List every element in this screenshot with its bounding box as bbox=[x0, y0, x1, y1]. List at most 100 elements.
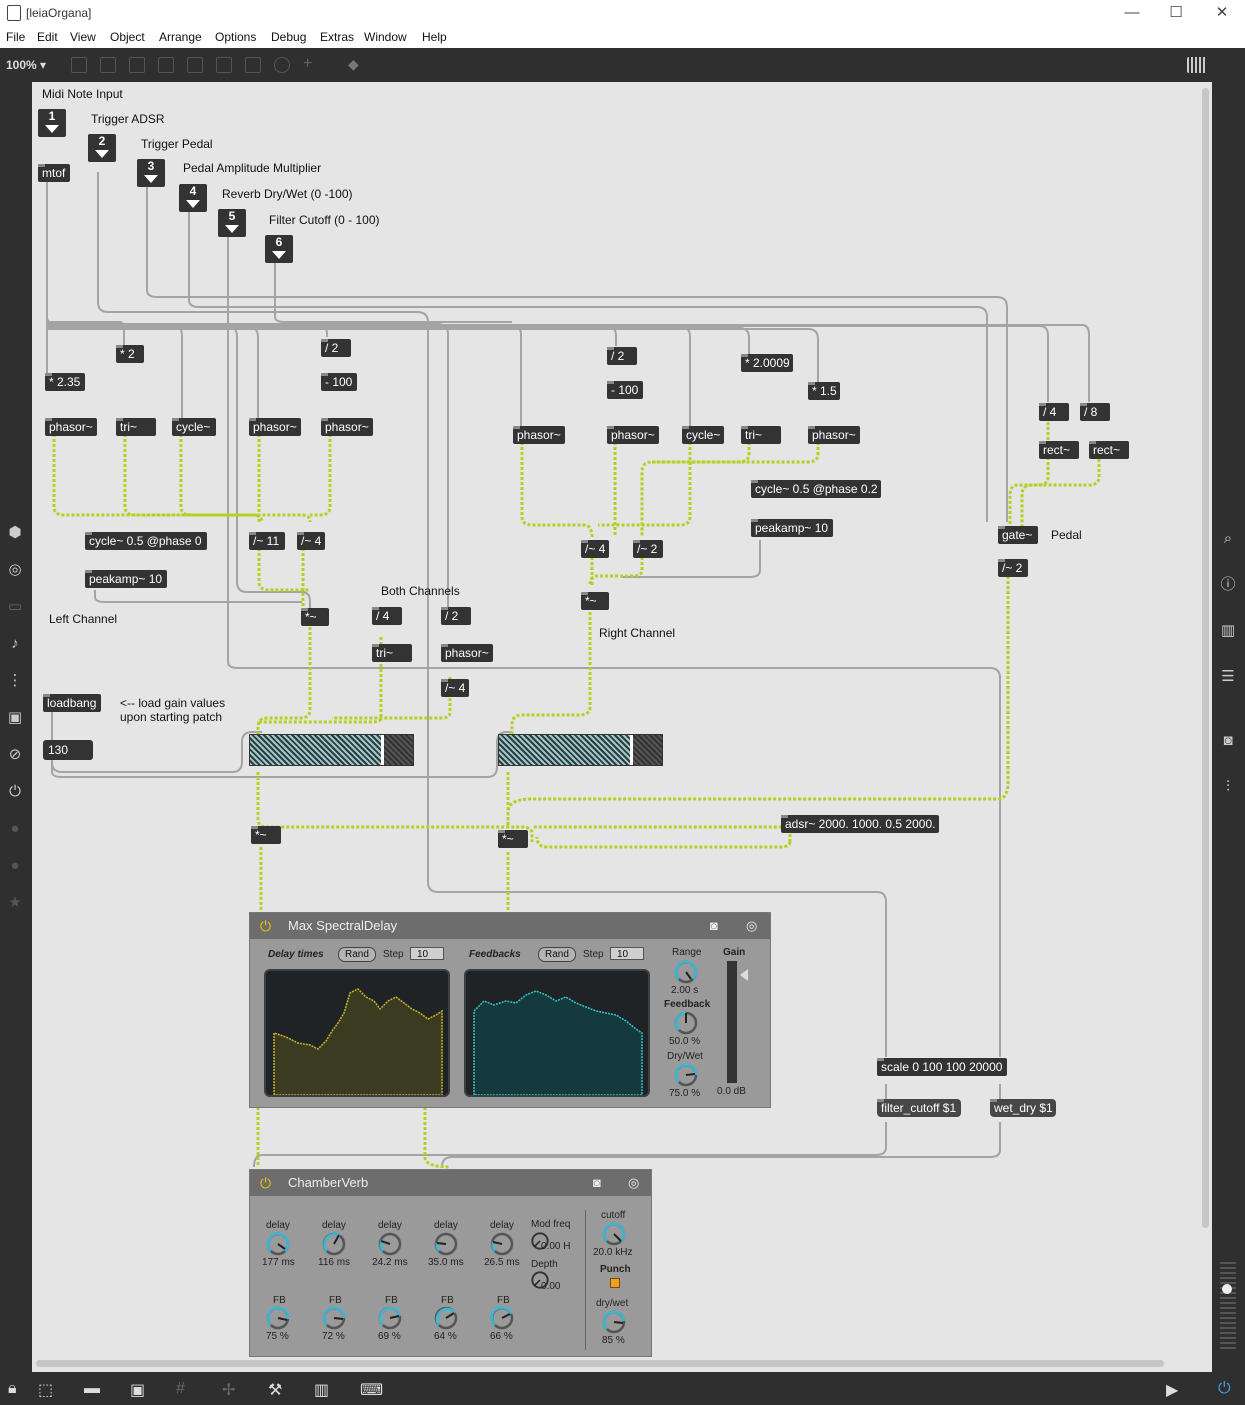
message-wet-dry[interactable]: wet_dry $1 bbox=[990, 1099, 1056, 1117]
vertical-scroll-thumb[interactable] bbox=[1202, 88, 1209, 1228]
drywet-dial[interactable] bbox=[673, 1062, 699, 1088]
info-icon[interactable]: ⓘ bbox=[1219, 576, 1237, 594]
fb-2-dial[interactable] bbox=[321, 1305, 347, 1331]
gain-slider-left[interactable] bbox=[249, 734, 414, 766]
audio-power-icon[interactable]: ⏻ bbox=[1218, 1380, 1231, 1398]
object-phasor[interactable]: phasor~ bbox=[441, 644, 493, 662]
fb-5-dial[interactable] bbox=[489, 1305, 515, 1331]
star-icon[interactable]: ★ bbox=[6, 894, 24, 912]
feedback-step-box[interactable]: 10 bbox=[610, 947, 644, 960]
feedbacks-spectrum[interactable] bbox=[464, 969, 650, 1097]
add-icon[interactable]: + bbox=[303, 56, 319, 73]
object-peakamp[interactable]: peakamp~ 10 bbox=[751, 519, 833, 537]
presentation-icon[interactable]: ⬚ bbox=[38, 1380, 53, 1400]
object-peakamp[interactable]: peakamp~ 10 bbox=[85, 570, 167, 588]
beap-icon[interactable]: ● bbox=[6, 857, 24, 875]
object-cycle-lfo[interactable]: cycle~ 0.5 @phase 0.2 bbox=[751, 480, 881, 498]
punch-toggle[interactable] bbox=[610, 1278, 620, 1288]
inlet-6[interactable]: 6 bbox=[265, 235, 293, 263]
zoom-level[interactable]: 100% ▾ bbox=[6, 58, 46, 72]
image-icon[interactable]: ▣ bbox=[6, 709, 24, 727]
object-phasor[interactable]: phasor~ bbox=[249, 418, 301, 436]
delay-times-spectrum[interactable] bbox=[264, 969, 450, 1097]
menu-edit[interactable]: Edit bbox=[37, 30, 58, 44]
mixer-icon[interactable]: ⫶ bbox=[1219, 778, 1237, 796]
volume-slider-handle[interactable] bbox=[1222, 1284, 1232, 1294]
new-dial-icon[interactable] bbox=[274, 57, 290, 73]
object-multiply-2[interactable]: * 2 bbox=[116, 345, 144, 363]
object-signal-divide-4[interactable]: /~ 4 bbox=[441, 679, 469, 697]
object-scale[interactable]: scale 0 100 100 20000 bbox=[877, 1058, 1007, 1076]
object-phasor[interactable]: phasor~ bbox=[321, 418, 373, 436]
menu-extras[interactable]: Extras bbox=[320, 30, 354, 44]
object-phasor[interactable]: phasor~ bbox=[45, 418, 97, 436]
object-signal-multiply-left[interactable]: *~ bbox=[301, 608, 329, 626]
delay-step-box[interactable]: 10 bbox=[410, 947, 444, 960]
object-signal-divide-2[interactable]: /~ 2 bbox=[633, 540, 663, 558]
object-mtof[interactable]: mtof bbox=[38, 164, 70, 182]
object-tri[interactable]: tri~ bbox=[372, 644, 412, 662]
object-signal-divide-2[interactable]: /~ 2 bbox=[998, 559, 1028, 577]
object-subtract-100[interactable]: - 100 bbox=[321, 373, 357, 391]
target-icon[interactable]: ◎ bbox=[6, 561, 24, 579]
object-cycle[interactable]: cycle~ bbox=[682, 426, 724, 444]
object-loadbang[interactable]: loadbang bbox=[43, 694, 101, 712]
object-tri[interactable]: tri~ bbox=[741, 426, 781, 444]
grid-icon[interactable]: # bbox=[176, 1380, 185, 1398]
horizontal-scroll-thumb[interactable] bbox=[36, 1360, 1164, 1367]
object-multiply-2-35[interactable]: * 2.35 bbox=[45, 373, 85, 391]
number-box[interactable]: 130 bbox=[43, 740, 93, 760]
menu-object[interactable]: Object bbox=[110, 30, 145, 44]
minimize-button[interactable]: — bbox=[1114, 2, 1150, 24]
power-icon[interactable]: ⏻ bbox=[260, 918, 271, 935]
object-divide-2[interactable]: / 2 bbox=[607, 347, 637, 365]
fb-4-dial[interactable] bbox=[433, 1305, 459, 1331]
drywet-dial[interactable] bbox=[601, 1309, 627, 1335]
menu-help[interactable]: Help bbox=[422, 30, 447, 44]
cube-icon[interactable]: ⬢ bbox=[6, 524, 24, 542]
gain-slider-right[interactable] bbox=[498, 734, 663, 766]
paperclip-icon[interactable]: ⊘ bbox=[6, 746, 24, 764]
new-number-icon[interactable] bbox=[216, 57, 232, 73]
object-adsr[interactable]: adsr~ 2000. 1000. 0.5 2000. bbox=[781, 815, 939, 833]
object-signal-multiply-out-left[interactable]: *~ bbox=[251, 826, 281, 844]
new-button-icon[interactable] bbox=[158, 57, 174, 73]
vst-icon[interactable]: ● bbox=[6, 820, 24, 838]
delay-4-dial[interactable] bbox=[433, 1231, 459, 1257]
grid-icon[interactable] bbox=[1187, 57, 1207, 73]
object-signal-divide-4[interactable]: /~ 4 bbox=[581, 540, 609, 558]
object-gate[interactable]: gate~ bbox=[998, 526, 1038, 544]
inlet-5[interactable]: 5 bbox=[218, 209, 246, 237]
preset-icon[interactable]: ◎ bbox=[746, 918, 757, 934]
object-cycle-lfo[interactable]: cycle~ 0.5 @phase 0 bbox=[85, 532, 207, 550]
cutoff-dial[interactable] bbox=[601, 1221, 627, 1247]
snapshot-icon[interactable]: ◙ bbox=[1219, 732, 1237, 750]
delay-2-dial[interactable] bbox=[321, 1231, 347, 1257]
delay-rand-button[interactable]: Rand bbox=[338, 947, 376, 962]
inlet-4[interactable]: 4 bbox=[179, 184, 207, 212]
gain-meter[interactable] bbox=[727, 961, 737, 1083]
sequence-icon[interactable]: ⋮ bbox=[6, 672, 24, 690]
fb-1-dial[interactable] bbox=[265, 1305, 291, 1331]
music-note-icon[interactable]: ♪ bbox=[6, 635, 24, 653]
menu-debug[interactable]: Debug bbox=[271, 30, 306, 44]
object-divide-4[interactable]: / 4 bbox=[372, 607, 402, 625]
object-rect[interactable]: rect~ bbox=[1039, 441, 1079, 459]
camera-icon[interactable]: ◙ bbox=[710, 918, 718, 933]
search-icon[interactable]: ⌕ bbox=[1219, 530, 1237, 548]
list-icon[interactable]: ☰ bbox=[1219, 668, 1237, 686]
windows-icon[interactable]: ▣ bbox=[130, 1380, 145, 1400]
gain-slider-arrow-icon[interactable] bbox=[740, 969, 748, 981]
wrench-icon[interactable]: ⚒ bbox=[268, 1380, 282, 1400]
object-rect[interactable]: rect~ bbox=[1089, 441, 1129, 459]
plug-icon[interactable]: ⏻ bbox=[6, 783, 24, 801]
object-cycle[interactable]: cycle~ bbox=[172, 418, 216, 436]
fb-3-dial[interactable] bbox=[377, 1305, 403, 1331]
camera-icon[interactable]: ◙ bbox=[593, 1175, 601, 1190]
message-filter-cutoff[interactable]: filter_cutoff $1 bbox=[877, 1099, 961, 1117]
feedback-dial[interactable] bbox=[673, 1010, 699, 1036]
object-signal-multiply-right[interactable]: *~ bbox=[581, 592, 609, 610]
object-phasor[interactable]: phasor~ bbox=[513, 426, 565, 444]
menu-window[interactable]: Window bbox=[364, 30, 407, 44]
piano-icon[interactable]: ▥ bbox=[314, 1380, 329, 1400]
